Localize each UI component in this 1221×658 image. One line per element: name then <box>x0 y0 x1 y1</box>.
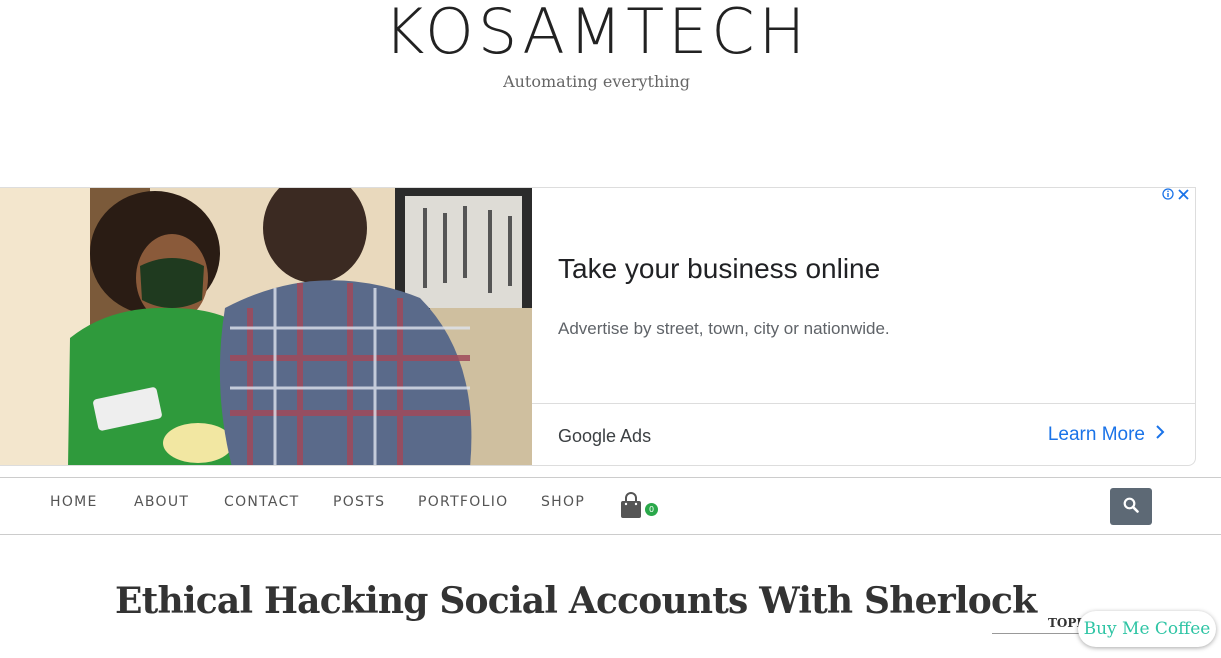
main-navigation: HOME ABOUT CONTACT POSTS PORTFOLIO SHOP … <box>0 477 1221 535</box>
ad-banner[interactable]: Take your business online Advertise by s… <box>0 187 1196 466</box>
nav-item-about[interactable]: ABOUT <box>134 494 189 510</box>
nav-item-contact[interactable]: CONTACT <box>224 494 300 510</box>
site-title[interactable]: KOSAMTECH <box>0 0 1193 67</box>
site-tagline: Automating everything <box>503 72 690 91</box>
ad-advertiser: Google Ads <box>558 426 652 446</box>
ad-learn-more-button[interactable]: Learn More <box>1048 424 1165 446</box>
close-icon[interactable] <box>1178 188 1189 204</box>
ad-headline[interactable]: Take your business online <box>558 253 880 285</box>
chevron-right-icon <box>1155 424 1165 446</box>
search-button[interactable] <box>1110 488 1152 525</box>
search-icon <box>1123 497 1139 517</box>
post-title: Ethical Hacking Social Accounts With She… <box>115 580 1037 622</box>
nav-item-portfolio[interactable]: PORTFOLIO <box>418 494 508 510</box>
cart-count-badge: 0 <box>645 503 658 516</box>
nav-item-shop[interactable]: SHOP <box>541 494 585 510</box>
nav-item-home[interactable]: HOME <box>50 494 98 510</box>
ad-image[interactable] <box>0 188 532 465</box>
info-icon[interactable] <box>1162 188 1174 204</box>
ad-body-text: Advertise by street, town, city or natio… <box>558 319 890 338</box>
ad-choices[interactable] <box>1162 188 1189 204</box>
buy-me-coffee-button[interactable]: Buy Me Coffee <box>1078 611 1216 647</box>
shopping-bag-icon[interactable] <box>620 492 642 523</box>
ad-cta-label: Learn More <box>1047 424 1145 445</box>
nav-item-posts[interactable]: POSTS <box>333 494 385 510</box>
ad-footer: Google Ads Learn More <box>532 403 1195 465</box>
